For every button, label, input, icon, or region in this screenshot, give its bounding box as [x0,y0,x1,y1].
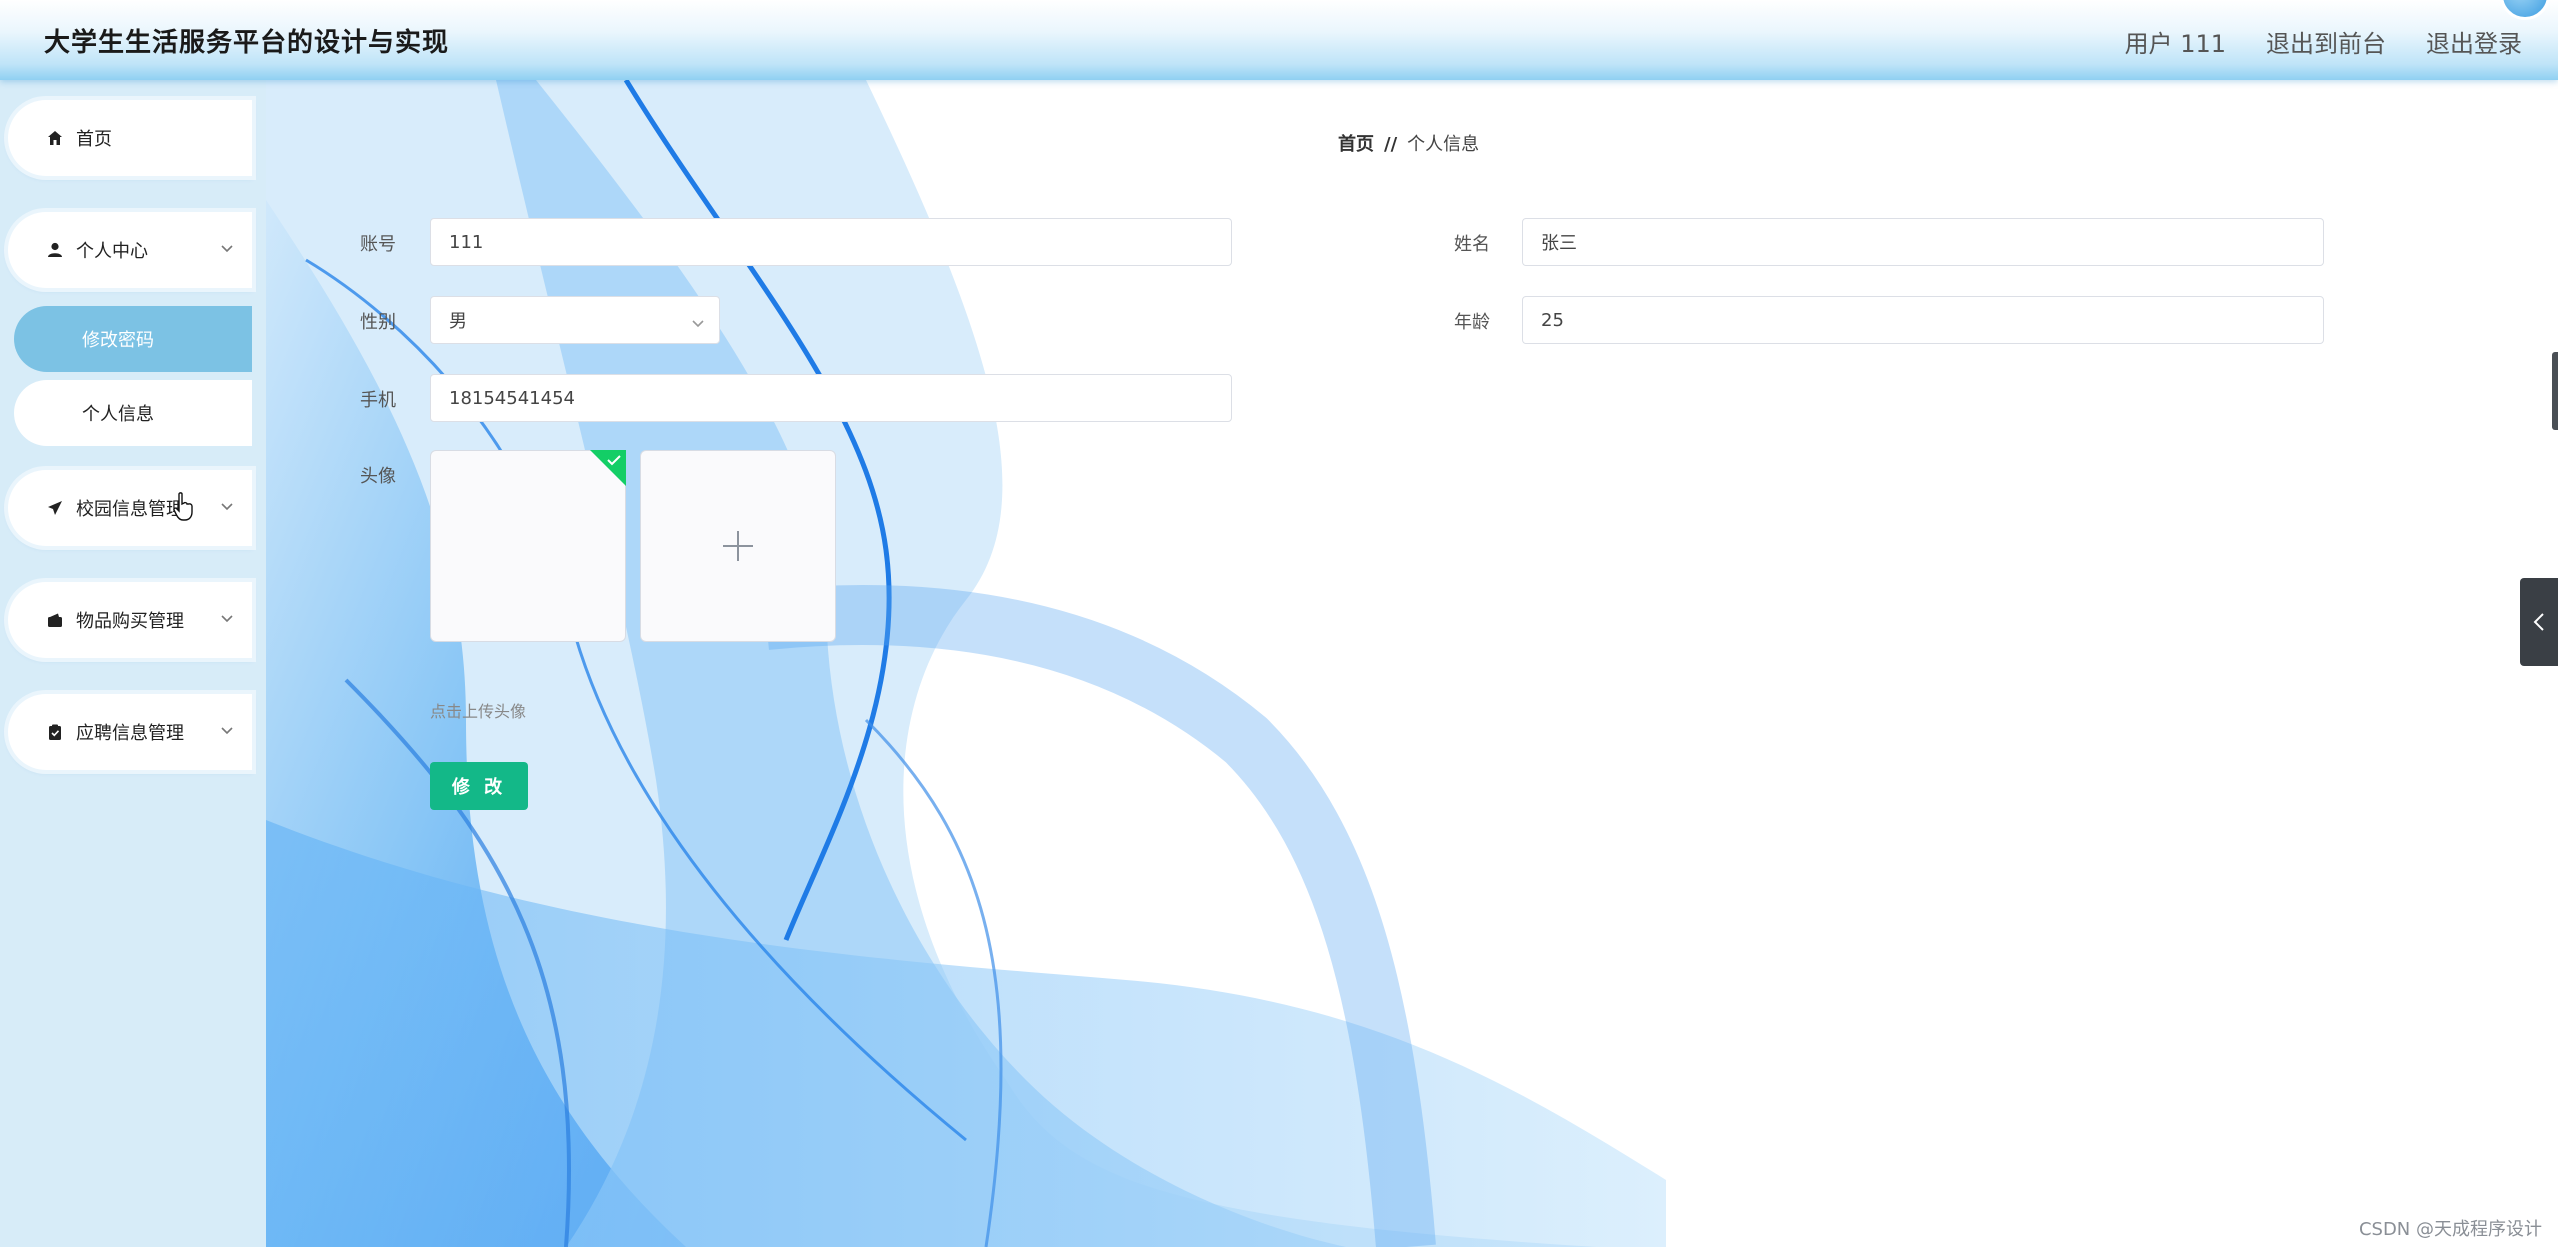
breadcrumb-home[interactable]: 首页 [1338,134,1374,155]
sidebar-item-campus-info[interactable]: 校园信息管理 [8,470,252,546]
watermark: CSDN @天成程序设计 [2358,1219,2542,1240]
chevron-left-icon [2533,613,2544,631]
collapse-panel-button[interactable] [2520,578,2558,666]
clipboard-icon [44,721,66,743]
user-icon [44,239,66,261]
gender-label: 性别 [360,312,396,333]
logout-link[interactable]: 退出登录 [2426,24,2522,59]
phone-label: 手机 [360,390,396,411]
chevron-down-icon [220,720,234,741]
age-label: 年龄 [1454,312,1490,333]
edge-handle[interactable] [2552,352,2558,430]
name-label: 姓名 [1454,234,1490,255]
sidebar-item-label: 应聘信息管理 [76,723,184,744]
top-header: 大学生生活服务平台的设计与实现 用户 111 退出到前台 退出登录 [0,0,2558,80]
mouse-cursor-icon [173,492,193,521]
sidebar: 首页 个人中心 修改密码 个人信息 校园信息管理 物品购买管理 应聘信息管理 [0,80,266,1247]
chevron-down-icon [220,608,234,629]
account-label: 账号 [360,234,396,255]
header-actions: 用户 111 退出到前台 退出登录 [2125,24,2522,59]
send-icon [44,497,66,519]
sidebar-item-purchase[interactable]: 物品购买管理 [8,582,252,658]
sidebar-item-label: 物品购买管理 [76,611,184,632]
app-title: 大学生生活服务平台的设计与实现 [44,28,450,58]
avatar-preview[interactable] [430,450,626,642]
sidebar-item-label: 个人中心 [76,241,148,262]
sidebar-item-recruitment[interactable]: 应聘信息管理 [8,694,252,770]
wallet-icon [44,609,66,631]
current-user-label: 用户 111 [2124,30,2226,58]
avatar-upload-button[interactable] [640,450,836,642]
main-content: 首页 // 个人信息 账号 111 姓名 张三 性别 男 年龄 25 手机 1815… [266,80,2542,1247]
account-value: 111 [449,231,484,253]
chevron-down-icon [691,313,705,334]
gender-value: 男 [449,311,467,332]
chevron-down-icon [220,238,234,259]
breadcrumb-separator: // [1384,134,1398,155]
gender-select[interactable]: 男 [430,296,720,344]
phone-value: 18154541454 [449,387,575,409]
sidebar-subitem-personal-info[interactable]: 个人信息 [14,380,252,446]
name-field[interactable]: 张三 [1522,218,2324,266]
sidebar-item-personal-center[interactable]: 个人中心 [8,212,252,288]
back-to-front-link[interactable]: 退出到前台 [2266,24,2386,59]
sidebar-item-home[interactable]: 首页 [8,100,252,176]
breadcrumb: 首页 // 个人信息 [1338,130,1479,156]
check-icon [607,455,621,466]
home-icon [44,127,66,149]
sidebar-subitem-change-password[interactable]: 修改密码 [14,306,252,372]
name-value: 张三 [1541,233,1577,254]
avatar-label: 头像 [360,466,396,487]
breadcrumb-current: 个人信息 [1407,134,1480,155]
submit-button[interactable]: 修 改 [430,762,528,810]
sidebar-subitem-label: 修改密码 [82,330,154,351]
age-value: 25 [1541,309,1564,331]
sidebar-item-label: 首页 [76,129,112,150]
avatar-upload-hint: 点击上传头像 [430,702,527,721]
sidebar-subitem-label: 个人信息 [82,404,154,425]
avatar[interactable] [2500,0,2550,20]
plus-icon [723,531,753,561]
age-field[interactable]: 25 [1522,296,2324,344]
account-field[interactable]: 111 [430,218,1232,266]
sidebar-item-label: 校园信息管理 [76,499,184,520]
chevron-down-icon [220,496,234,517]
phone-field[interactable]: 18154541454 [430,374,1232,422]
